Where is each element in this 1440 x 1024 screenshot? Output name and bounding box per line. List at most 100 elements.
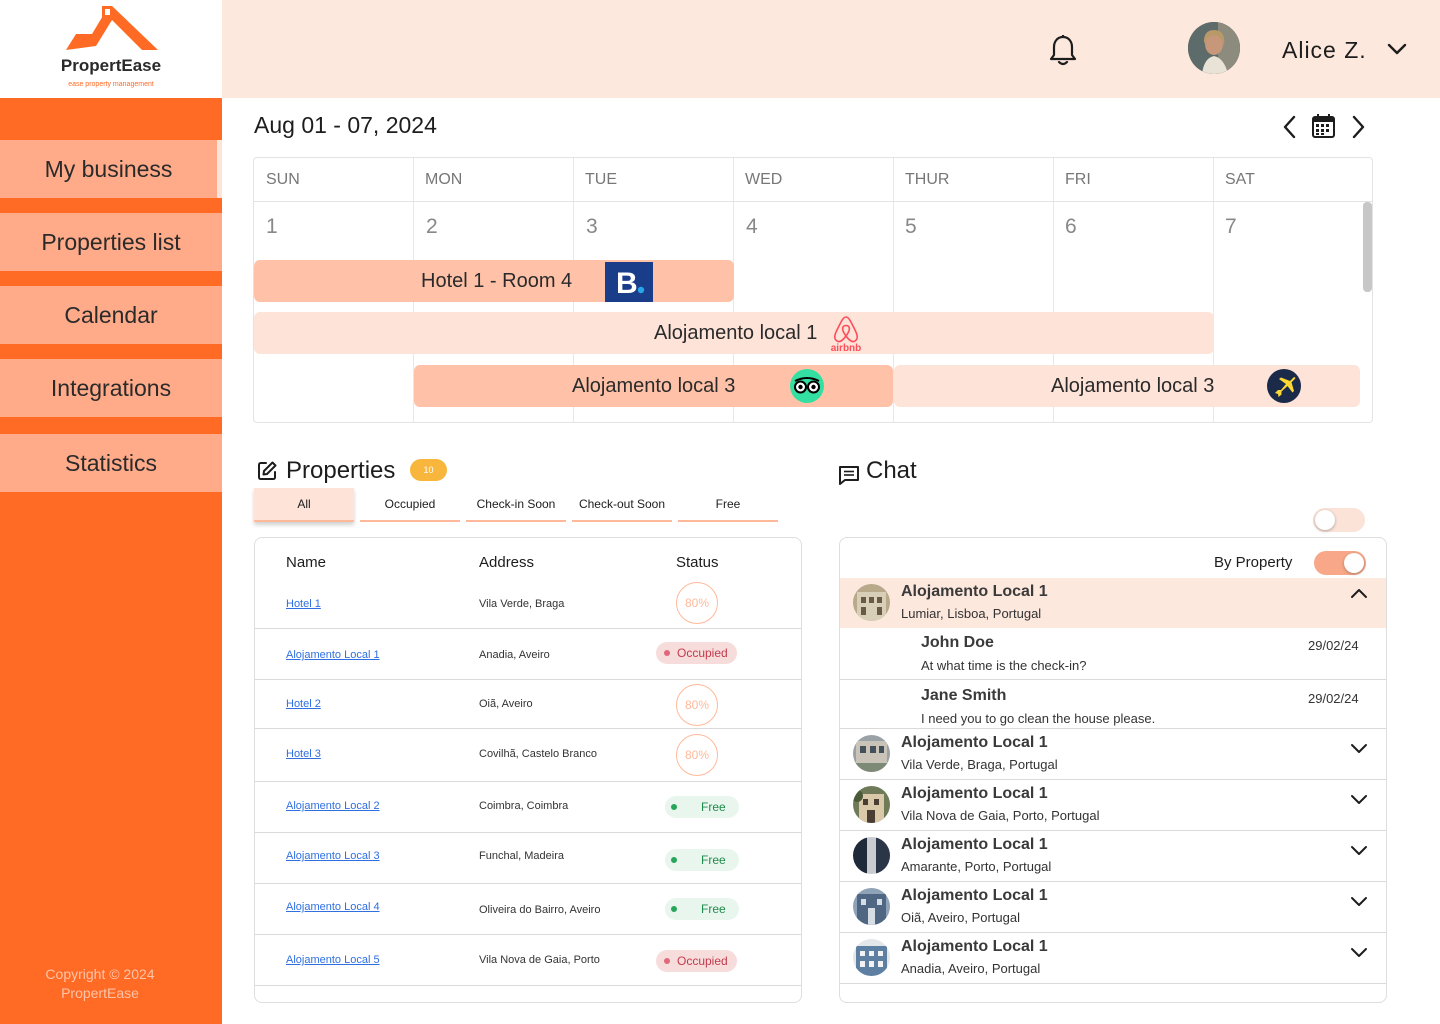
sidebar-item-label: My business: [44, 155, 173, 182]
status-label: Free: [701, 800, 726, 814]
expedia-icon: [1267, 369, 1301, 403]
status-label: Occupied: [677, 646, 728, 660]
edit-icon[interactable]: [256, 460, 278, 482]
chat-message[interactable]: John Doe At what time is the check-in? 2…: [840, 628, 1386, 680]
by-property-label: By Property: [1214, 554, 1293, 571]
day-number: 7: [1225, 215, 1237, 238]
property-photo: [853, 584, 890, 621]
property-link[interactable]: Alojamento Local 1: [286, 649, 380, 661]
chevron-down-icon[interactable]: [1386, 42, 1408, 56]
chat-group[interactable]: Alojamento Local 1 Anadia, Aveiro, Portu…: [840, 933, 1386, 984]
week-calendar: SUN 1 MON 2 TUE 3 WED 4 THUR 5 FRI 6 SAT…: [253, 157, 1373, 423]
chevron-down-icon[interactable]: [1350, 947, 1368, 959]
property-photo: [853, 735, 890, 772]
avatar[interactable]: [1188, 22, 1240, 74]
table-row[interactable]: Alojamento Local 2 Coimbra, Coimbra Free: [255, 782, 801, 833]
booking-event[interactable]: Alojamento local 3: [414, 365, 893, 407]
by-property-toggle[interactable]: [1314, 551, 1366, 575]
chevron-down-icon[interactable]: [1350, 743, 1368, 755]
sidebar-item-my-business[interactable]: My business: [0, 140, 222, 198]
event-label: Alojamento local 3: [1051, 374, 1215, 397]
table-row[interactable]: Hotel 3 Covilhã, Castelo Branco 80%: [255, 729, 801, 782]
chevron-up-icon[interactable]: [1350, 587, 1368, 599]
tab-all[interactable]: All: [254, 488, 354, 522]
chevron-right-icon[interactable]: [1348, 114, 1368, 140]
property-link[interactable]: Alojamento Local 3: [286, 850, 380, 862]
column-header-status: Status: [676, 554, 719, 571]
sidebar-item-integrations[interactable]: Integrations: [0, 359, 222, 417]
bell-icon[interactable]: [1048, 34, 1078, 66]
chat-toggle[interactable]: [1313, 508, 1365, 532]
chevron-down-icon[interactable]: [1350, 896, 1368, 908]
svg-text:B: B: [616, 267, 638, 300]
toggle-knob: [1315, 510, 1335, 530]
property-address: Anadia, Aveiro: [479, 649, 550, 661]
day-name: THUR: [905, 171, 950, 188]
day-number: 6: [1065, 215, 1077, 238]
sidebar-item-calendar[interactable]: Calendar: [0, 286, 222, 344]
chevron-down-icon[interactable]: [1350, 845, 1368, 857]
table-row[interactable]: Alojamento Local 5 Vila Nova de Gaia, Po…: [255, 935, 801, 986]
user-name[interactable]: Alice Z.: [1282, 37, 1367, 64]
tab-label: Check-out Soon: [578, 497, 666, 511]
event-label: Alojamento local 1: [654, 321, 818, 344]
event-label: Hotel 1 - Room 4: [421, 269, 573, 292]
tab-occupied[interactable]: Occupied: [360, 488, 460, 522]
day-name: WED: [745, 171, 783, 188]
property-address: Funchal, Madeira: [479, 850, 564, 862]
group-title: Alojamento Local 1: [901, 785, 1048, 802]
status-dot: [671, 906, 677, 912]
table-row[interactable]: Alojamento Local 4 Oliveira do Bairro, A…: [255, 884, 801, 935]
property-link[interactable]: Hotel 1: [286, 598, 321, 610]
tripadvisor-icon: [790, 369, 824, 403]
column-header-address: Address: [479, 554, 535, 571]
tab-free[interactable]: Free: [678, 488, 778, 522]
property-link[interactable]: Alojamento Local 5: [286, 954, 380, 966]
chat-group[interactable]: Alojamento Local 1 Vila Verde, Braga, Po…: [840, 729, 1386, 780]
chat-group-open[interactable]: Alojamento Local 1 Lumiar, Lisboa, Portu…: [840, 578, 1386, 628]
table-row[interactable]: Alojamento Local 3 Funchal, Madeira Free: [255, 833, 801, 884]
property-link[interactable]: Alojamento Local 4: [286, 901, 380, 913]
sidebar-item-label: Calendar: [64, 301, 158, 328]
day-name: FRI: [1065, 171, 1091, 188]
chat-icon: [839, 466, 859, 485]
table-row[interactable]: Hotel 2 Oiã, Aveiro 80%: [255, 680, 801, 729]
booking-event[interactable]: Alojamento local 1 airbnb: [254, 312, 1214, 354]
status-label: Free: [701, 902, 726, 916]
booking-event[interactable]: Hotel 1 - Room 4 B: [254, 260, 734, 302]
chevron-down-icon[interactable]: [1350, 794, 1368, 806]
sidebar-item-properties-list[interactable]: Properties list: [0, 213, 222, 271]
property-link[interactable]: Hotel 2: [286, 698, 321, 710]
property-address: Vila Nova de Gaia, Porto: [479, 954, 600, 966]
chat-group[interactable]: Alojamento Local 1 Amarante, Porto, Port…: [840, 831, 1386, 882]
chat-panel: By Property Alojamento Local 1 Lumiar, L…: [839, 537, 1387, 1003]
table-row[interactable]: Alojamento Local 1 Anadia, Aveiro Occupi…: [255, 629, 801, 680]
property-photo: [853, 837, 890, 874]
tab-check-out-soon[interactable]: Check-out Soon: [572, 488, 672, 522]
property-link[interactable]: Hotel 3: [286, 748, 321, 760]
group-title: Alojamento Local 1: [901, 734, 1048, 751]
calendar-icon[interactable]: [1311, 113, 1336, 139]
property-link[interactable]: Alojamento Local 2: [286, 800, 380, 812]
chat-group[interactable]: Alojamento Local 1 Oiã, Aveiro, Portugal: [840, 882, 1386, 933]
chat-group[interactable]: Alojamento Local 1 Vila Nova de Gaia, Po…: [840, 780, 1386, 831]
booking-event[interactable]: Alojamento local 3: [894, 365, 1360, 407]
calendar-scrollbar[interactable]: [1363, 202, 1372, 292]
table-row[interactable]: Hotel 1 Vila Verde, Braga 80%: [255, 578, 801, 629]
sidebar-item-label: Properties list: [41, 228, 181, 255]
message-text: I need you to go clean the house please.: [921, 711, 1156, 726]
property-address: Covilhã, Castelo Branco: [479, 748, 598, 760]
day-name: MON: [425, 171, 463, 188]
group-location: Vila Verde, Braga, Portugal: [901, 757, 1058, 772]
group-title: Alojamento Local 1: [901, 836, 1048, 853]
day-name: SUN: [266, 171, 300, 188]
sidebar-item-statistics[interactable]: Statistics: [0, 434, 222, 492]
logo[interactable]: PropertEase ease property management: [0, 0, 222, 98]
app-root: PropertEase ease property management My …: [0, 0, 1440, 1024]
avatar-image: [1188, 22, 1240, 74]
chat-message[interactable]: Jane Smith I need you to go clean the ho…: [840, 680, 1386, 729]
chevron-left-icon[interactable]: [1280, 114, 1300, 140]
group-title: Alojamento Local 1: [901, 887, 1048, 904]
tab-label: Free: [715, 497, 741, 511]
tab-check-in-soon[interactable]: Check-in Soon: [466, 488, 566, 522]
